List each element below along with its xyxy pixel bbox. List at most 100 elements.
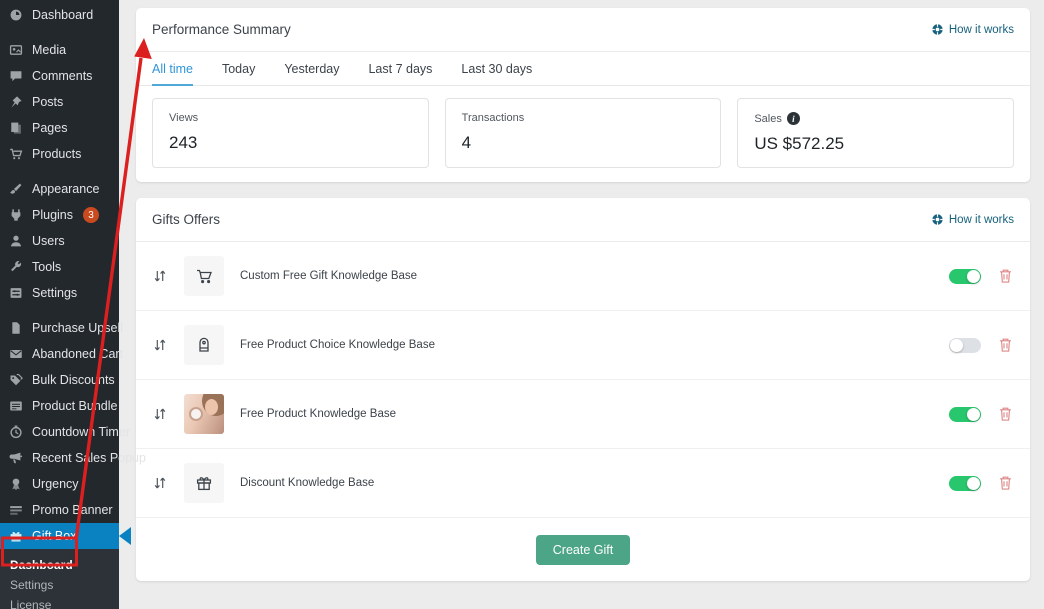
sidebar-item-product-bundle[interactable]: Product Bundle	[0, 393, 119, 419]
gifts-panel-header: Gifts Offers How it works	[136, 198, 1030, 242]
toggle-knob	[967, 270, 980, 283]
tab-last-30-days[interactable]: Last 30 days	[461, 52, 532, 86]
submenu-item-settings[interactable]: Settings	[0, 575, 119, 595]
toggle-knob	[967, 408, 980, 421]
delete-trash-icon[interactable]	[998, 337, 1014, 354]
enable-toggle[interactable]	[949, 269, 981, 284]
sidebar-item-purchase-upsell[interactable]: Purchase Upsell	[0, 315, 119, 341]
gifts-how-it-works-link[interactable]: How it works	[931, 213, 1014, 226]
cart-icon	[9, 147, 24, 162]
main-content: Performance Summary How it works All tim…	[119, 0, 1044, 609]
gifts-panel-footer: Create Gift	[136, 518, 1030, 581]
user-icon	[9, 234, 24, 249]
sidebar-item-label: Dashboard	[32, 8, 93, 22]
stat-card-sales: SalesiUS $572.25	[737, 98, 1014, 168]
sidebar-item-settings[interactable]: Settings	[0, 280, 119, 306]
banner-icon	[9, 503, 24, 518]
cart-outline-icon	[184, 256, 224, 296]
sidebar-item-label: Posts	[32, 95, 63, 109]
sidebar-item-gift-box[interactable]: Gift Box	[0, 523, 119, 549]
wp-admin-sidebar: Dashboard Media Comments Posts Pages Products…	[0, 0, 119, 609]
enable-toggle[interactable]	[949, 476, 981, 491]
create-gift-button[interactable]: Create Gift	[536, 535, 630, 565]
sidebar-item-media[interactable]: Media	[0, 37, 119, 63]
delete-trash-icon[interactable]	[998, 475, 1014, 492]
sidebar-item-comments[interactable]: Comments	[0, 63, 119, 89]
gift-offer-label: Discount Knowledge Base	[240, 477, 374, 489]
tab-today[interactable]: Today	[222, 52, 255, 86]
megaphone-icon	[9, 451, 24, 466]
sidebar-item-label: Urgency	[32, 477, 79, 491]
gift-box-icon	[184, 463, 224, 503]
life-ring-icon	[931, 23, 944, 36]
sidebar-item-tools[interactable]: Tools	[0, 254, 119, 280]
sidebar-item-plugins[interactable]: Plugins3	[0, 202, 119, 228]
enable-toggle[interactable]	[949, 407, 981, 422]
performance-panel-title: Performance Summary	[152, 22, 291, 37]
sidebar-item-label: Recent Sales Popup	[32, 451, 146, 465]
performance-summary-panel: Performance Summary How it works All tim…	[136, 8, 1030, 182]
pages-icon	[9, 121, 24, 136]
stat-cards-row: Views243Transactions4SalesiUS $572.25	[136, 86, 1030, 182]
performance-how-it-works-link[interactable]: How it works	[931, 23, 1014, 36]
stat-label-text: Sales	[754, 113, 782, 125]
enable-toggle[interactable]	[949, 338, 981, 353]
admin-menu: Dashboard Media Comments Posts Pages Products…	[0, 0, 119, 549]
sidebar-item-products[interactable]: Products	[0, 141, 119, 167]
photo-face-shape	[205, 399, 218, 415]
gift-offer-row: Discount Knowledge Base	[136, 449, 1030, 518]
gauge-icon	[9, 8, 24, 23]
sidebar-item-bulk-discounts[interactable]: Bulk Discounts	[0, 367, 119, 393]
brush-icon	[9, 182, 24, 197]
gift-offer-row: Free Product Choice Knowledge Base	[136, 311, 1030, 380]
stat-label: Salesi	[754, 112, 997, 125]
tab-yesterday[interactable]: Yesterday	[284, 52, 339, 86]
sidebar-item-urgency[interactable]: Urgency	[0, 471, 119, 497]
drag-handle-icon[interactable]	[152, 268, 172, 284]
gift-offer-label: Custom Free Gift Knowledge Base	[240, 270, 417, 282]
tags-icon	[9, 373, 24, 388]
sidebar-item-users[interactable]: Users	[0, 228, 119, 254]
stat-label: Views	[169, 112, 412, 124]
submenu-item-license[interactable]: License	[0, 595, 119, 609]
sidebar-item-label: Products	[32, 147, 81, 161]
drag-handle-icon[interactable]	[152, 337, 172, 353]
sidebar-item-label: Tools	[32, 260, 61, 274]
sidebar-item-countdown-timer[interactable]: Countdown Timer	[0, 419, 119, 445]
sidebar-item-label: Appearance	[32, 182, 99, 196]
sidebar-item-recent-sales-popup[interactable]: Recent Sales Popup	[0, 445, 119, 471]
sidebar-item-abandoned-cart[interactable]: Abandoned Cart	[0, 341, 119, 367]
sidebar-item-pages[interactable]: Pages	[0, 115, 119, 141]
toggle-knob	[950, 339, 963, 352]
submenu-item-dashboard[interactable]: Dashboard	[0, 555, 119, 575]
delete-trash-icon[interactable]	[998, 406, 1014, 423]
sidebar-item-posts[interactable]: Posts	[0, 89, 119, 115]
sidebar-item-label: Countdown Timer	[32, 425, 130, 439]
toggle-knob	[967, 477, 980, 490]
sidebar-item-label: Gift Box	[32, 529, 76, 543]
drag-handle-icon[interactable]	[152, 475, 172, 491]
gift-offers-list: Custom Free Gift Knowledge Base Free Prod…	[136, 242, 1030, 518]
sidebar-item-label: Comments	[32, 69, 92, 83]
update-count-badge: 3	[83, 207, 99, 223]
info-icon[interactable]: i	[787, 112, 800, 125]
drag-handle-icon[interactable]	[152, 406, 172, 422]
medal-icon	[9, 477, 24, 492]
media-icon	[9, 43, 24, 58]
sidebar-item-appearance[interactable]: Appearance	[0, 176, 119, 202]
price-tag-icon	[184, 325, 224, 365]
performance-panel-header: Performance Summary How it works	[136, 8, 1030, 52]
delete-trash-icon[interactable]	[998, 268, 1014, 285]
sidebar-item-label: Bulk Discounts	[32, 373, 115, 387]
sidebar-item-dashboard[interactable]: Dashboard	[0, 2, 119, 28]
sidebar-item-promo-banner[interactable]: Promo Banner	[0, 497, 119, 523]
sidebar-item-label: Purchase Upsell	[32, 321, 123, 335]
tab-all-time[interactable]: All time	[152, 52, 193, 86]
gift-box-submenu: DashboardSettingsLicense	[0, 549, 119, 609]
sidebar-item-label: Users	[32, 234, 65, 248]
how-it-works-label: How it works	[949, 214, 1014, 226]
document-icon	[9, 321, 24, 336]
sidebar-item-label: Product Bundle	[32, 399, 117, 413]
tab-last-7-days[interactable]: Last 7 days	[368, 52, 432, 86]
gift-offer-row: Free Product Knowledge Base	[136, 380, 1030, 449]
